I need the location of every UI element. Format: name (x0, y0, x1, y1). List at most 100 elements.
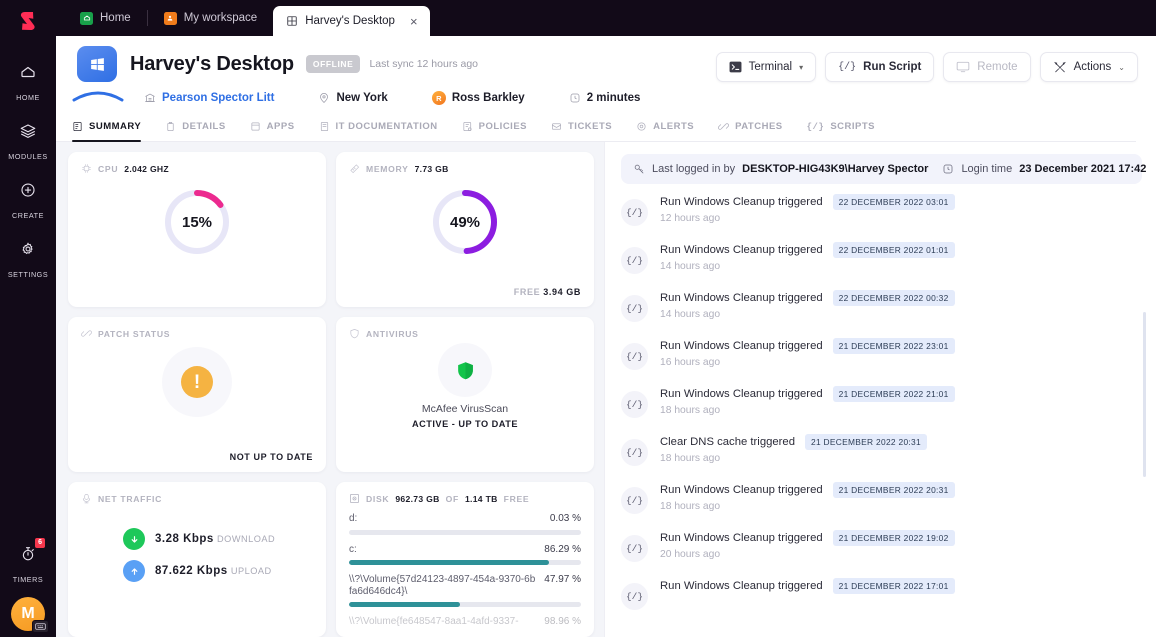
disk-volume-row: d: 0.03 % (349, 513, 581, 535)
disk-card: DISK 962.73 GB OF 1.14 TB FREE d: 0.03 % (336, 482, 594, 637)
activity-item[interactable]: {/} Run Windows Cleanup triggered 21 DEC… (621, 568, 1142, 616)
activity-item[interactable]: {/} Run Windows Cleanup triggered 21 DEC… (621, 328, 1142, 376)
timers-badge: 6 (35, 538, 45, 549)
cpu-card-header: CPU 2.042 GHz (81, 163, 313, 174)
disk-of: OF (445, 493, 459, 504)
net-label: NET TRAFFIC (98, 493, 163, 504)
avatar[interactable]: M (11, 597, 49, 633)
antivirus-label: ANTIVIRUS (366, 328, 419, 339)
clock-icon (942, 163, 954, 175)
last-sync-text: Last sync 12 hours ago (369, 58, 479, 70)
cpu-value: 2.042 GHz (124, 163, 169, 174)
page: Harvey's Desktop OFFLINE Last sync 12 ho… (56, 36, 1156, 637)
disk-free: 962.73 GB (395, 493, 440, 504)
memory-card: MEMORY 7.73 GB 49% FREE 3.94 GB (336, 152, 594, 307)
disk-volume-percent: 98.96 % (544, 616, 581, 627)
meta-label: Pearson Spector Litt (162, 92, 275, 104)
antivirus-state: ACTIVE - UP TO DATE (412, 419, 518, 429)
tab-label: APPS (266, 121, 295, 132)
os-logo-wrap (72, 46, 130, 102)
activity-title: Run Windows Cleanup triggered (660, 484, 823, 496)
meta-label: New York (336, 92, 388, 104)
tab-alerts[interactable]: ALERTS (636, 115, 694, 141)
sidebar-item-timers[interactable]: 6 TIMERS (0, 536, 56, 597)
activity-item[interactable]: {/} Run Windows Cleanup triggered 21 DEC… (621, 472, 1142, 520)
activity-item[interactable]: {/} Run Windows Cleanup triggered 21 DEC… (621, 376, 1142, 424)
tools-icon (1053, 61, 1067, 74)
net-traffic-card: NET TRAFFIC 3.28 Kbps DOWNLOAD 87.622 Kb… (68, 482, 326, 637)
alerts-icon (636, 121, 647, 132)
main-column: Home My workspace Harvey's Desktop × Har… (56, 0, 1156, 637)
left-rail: HOME MODULES CREATE SETTINGS 6 TIMERS M (0, 0, 56, 637)
meta-organization[interactable]: Pearson Spector Litt (144, 92, 274, 104)
script-braces-icon: {/} (621, 391, 648, 418)
activity-relative-time: 18 hours ago (660, 501, 721, 512)
disk-total: 1.14 TB (464, 493, 498, 504)
policies-icon (462, 121, 473, 132)
script-braces-icon: {/} (621, 439, 648, 466)
actions-button[interactable]: Actions ⌄ (1039, 52, 1138, 82)
run-script-button[interactable]: {/} Run Script (825, 52, 935, 82)
cpu-chip-icon (81, 163, 92, 174)
terminal-button[interactable]: Terminal ▾ (715, 52, 817, 82)
cpu-label: CPU (98, 163, 119, 174)
activity-item[interactable]: {/} Run Windows Cleanup triggered 22 DEC… (621, 280, 1142, 328)
antivirus-card-header: ANTIVIRUS (349, 328, 581, 339)
activity-item[interactable]: {/} Run Windows Cleanup triggered 22 DEC… (621, 184, 1142, 232)
activity-content: Run Windows Cleanup triggered 21 DECEMBE… (660, 482, 955, 512)
activity-item[interactable]: {/} Run Windows Cleanup triggered 21 DEC… (621, 520, 1142, 568)
tab-label: POLICIES (478, 121, 527, 132)
memory-card-header: MEMORY 7.73 GB (349, 163, 581, 174)
sidebar-item-label: MODULES (8, 152, 48, 161)
location-pin-icon (318, 92, 330, 104)
close-icon[interactable]: × (410, 14, 418, 29)
activity-timestamp: 21 DECEMBER 2022 20:31 (832, 482, 955, 498)
tab-details[interactable]: DETAILS (165, 115, 225, 141)
activity-title: Run Windows Cleanup triggered (660, 388, 823, 400)
sidebar-item-modules[interactable]: MODULES (0, 113, 56, 172)
activity-title: Run Windows Cleanup triggered (660, 244, 823, 256)
activity-relative-time: 16 hours ago (660, 357, 721, 368)
top-tab-home[interactable]: Home (64, 0, 147, 36)
keyboard-icon[interactable] (32, 620, 49, 633)
activity-timestamp: 21 DECEMBER 2022 21:01 (832, 386, 955, 402)
sidebar-item-settings[interactable]: SETTINGS (0, 231, 56, 290)
login-time-label: Login time (961, 163, 1013, 175)
sidebar-item-home[interactable]: HOME (0, 54, 56, 113)
top-tab-label: My workspace (183, 12, 258, 24)
script-braces-icon: {/} (621, 247, 648, 274)
monitor-icon (956, 61, 970, 73)
script-braces-icon: {/} (621, 535, 648, 562)
top-tab-label: Home (100, 12, 131, 24)
button-label: Remote (977, 61, 1018, 73)
remote-button[interactable]: Remote (943, 52, 1031, 82)
activity-relative-time: 14 hours ago (660, 261, 721, 272)
sidebar-item-create[interactable]: CREATE (0, 172, 56, 231)
activity-relative-time: 18 hours ago (660, 453, 721, 464)
activity-item[interactable]: {/} Clear DNS cache triggered 21 DECEMBE… (621, 424, 1142, 472)
script-braces-icon: {/} (621, 295, 648, 322)
tab-it-documentation[interactable]: IT DOCUMENTATION (319, 115, 438, 141)
activity-top: Run Windows Cleanup triggered 21 DECEMBE… (660, 530, 955, 546)
top-tab-label: Harvey's Desktop (305, 15, 395, 27)
top-tab-harveys-desktop[interactable]: Harvey's Desktop × (273, 6, 430, 36)
tab-scripts[interactable]: {/} SCRIPTS (807, 115, 875, 141)
activity-timestamp: 21 DECEMBER 2022 20:31 (805, 434, 927, 450)
sidebar-item-label: SETTINGS (7, 270, 49, 279)
top-tab-my-workspace[interactable]: My workspace (148, 0, 274, 36)
activity-content: Run Windows Cleanup triggered 21 DECEMBE… (660, 338, 955, 368)
tab-policies[interactable]: POLICIES (462, 115, 527, 141)
net-body: 3.28 Kbps DOWNLOAD 87.622 Kbps UPLOAD (81, 504, 313, 582)
activity-relative-time: 20 hours ago (660, 549, 721, 560)
shield-active-icon (457, 361, 473, 379)
shield-icon (349, 328, 360, 339)
activity-scrollbar[interactable] (1143, 312, 1146, 477)
tab-apps[interactable]: APPS (250, 115, 295, 141)
metrics-pane: CPU 2.042 GHz 15% (56, 142, 604, 637)
cpu-donut: 15% (81, 174, 313, 270)
activity-item[interactable]: {/} Run Windows Cleanup triggered 22 DEC… (621, 232, 1142, 280)
tab-patches[interactable]: PATCHES (718, 115, 782, 141)
tab-summary[interactable]: SUMMARY (72, 115, 142, 142)
tab-tickets[interactable]: TICKETS (551, 115, 612, 141)
syncro-s-logo-icon[interactable] (16, 9, 40, 38)
